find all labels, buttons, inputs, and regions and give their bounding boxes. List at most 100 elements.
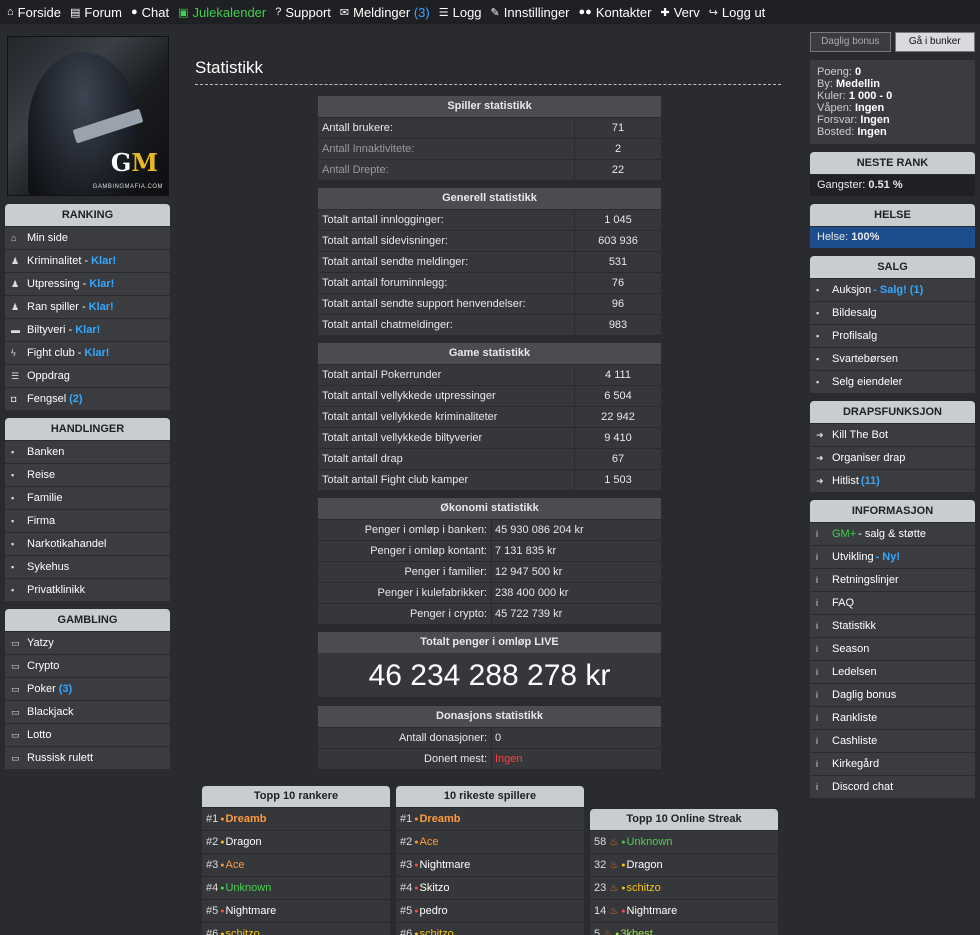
- rikeste-player-name[interactable]: Ace: [419, 836, 438, 848]
- nav-meldinger[interactable]: ✉ Meldinger (3): [340, 5, 430, 20]
- sidebar-item-label: Reise: [27, 469, 56, 481]
- drap-item-organiser-drap[interactable]: ➜ Organiser drap: [810, 447, 975, 469]
- rankere-row[interactable]: #1 ●Dreamb: [202, 808, 390, 830]
- nav-forum[interactable]: ▤ Forum: [70, 5, 122, 20]
- rikeste-row[interactable]: #6 ●schitzo: [396, 923, 584, 935]
- sidebar-item-fight-club[interactable]: ϟ Fight club - Klar!: [5, 342, 170, 364]
- sidebar-item-biltyveri[interactable]: ▬ Biltyveri - Klar!: [5, 319, 170, 341]
- spiller-row: Antall Drepte: 22: [318, 159, 661, 180]
- sidebar-item-crypto[interactable]: ▭ Crypto: [5, 655, 170, 677]
- info-item-kirkeg-rd[interactable]: i Kirkegård: [810, 753, 975, 775]
- rikeste-row[interactable]: #3 ●Nightmare: [396, 854, 584, 876]
- list-icon: ☰: [438, 6, 449, 19]
- salg-item-bildesalg[interactable]: ▪ Bildesalg: [810, 302, 975, 324]
- sidebar-item-utpressing[interactable]: ♟ Utpressing - Klar!: [5, 273, 170, 295]
- rankere-player-name[interactable]: Ace: [225, 859, 244, 871]
- rankere-row[interactable]: #5 ●Nightmare: [202, 900, 390, 922]
- sidebar-item-privatklinikk[interactable]: ▪ Privatklinikk: [5, 579, 170, 601]
- sidebar-item-kriminalitet[interactable]: ♟ Kriminalitet - Klar!: [5, 250, 170, 272]
- info-item-ledelsen[interactable]: i Ledelsen: [810, 661, 975, 683]
- info-item-daglig-bonus[interactable]: i Daglig bonus: [810, 684, 975, 706]
- salg-item-profilsalg[interactable]: ▪ Profilsalg: [810, 325, 975, 347]
- nav-forside[interactable]: ⌂ Forside: [7, 5, 61, 20]
- sidebar-item-blackjack[interactable]: ▭ Blackjack: [5, 701, 170, 723]
- rankere-player-name[interactable]: schitzo: [225, 928, 259, 935]
- rankere-player-name[interactable]: Unknown: [225, 882, 271, 894]
- info-icon: i: [816, 598, 818, 608]
- nav-verv[interactable]: ✚ Verv: [660, 5, 699, 20]
- salg-item-svarteb-rsen[interactable]: ▪ Svartebørsen: [810, 348, 975, 370]
- rikeste-row[interactable]: #2 ●Ace: [396, 831, 584, 853]
- info-item-cashliste[interactable]: i Cashliste: [810, 730, 975, 752]
- drap-item-kill-the-bot[interactable]: ➜ Kill The Bot: [810, 424, 975, 446]
- streak-player-name[interactable]: Dragon: [627, 859, 663, 871]
- rikeste-player-name[interactable]: pedro: [419, 905, 447, 917]
- info-item-faq[interactable]: i FAQ: [810, 592, 975, 614]
- nav-kontakter[interactable]: ●● Kontakter: [579, 5, 652, 20]
- streak-player-name[interactable]: 3kbest: [620, 928, 652, 935]
- info-item-label: Season: [832, 643, 870, 655]
- info-item-season[interactable]: i Season: [810, 638, 975, 660]
- rankere-row[interactable]: #6 ●schitzo: [202, 923, 390, 935]
- rankere-player-name[interactable]: Dreamb: [225, 813, 266, 825]
- rankere-row[interactable]: #3 ●Ace: [202, 854, 390, 876]
- nav-meldinger-count: (3): [413, 4, 430, 20]
- rankere-row[interactable]: #2 ●Dragon: [202, 831, 390, 853]
- rikeste-player-name[interactable]: Dreamb: [419, 813, 460, 825]
- sidebar-item-reise[interactable]: ▪ Reise: [5, 464, 170, 486]
- rikeste-player-name[interactable]: Skitzo: [419, 882, 449, 894]
- nav-kontakter-label: Kontakter: [595, 4, 652, 20]
- nav-logg[interactable]: ☰ Logg: [439, 5, 482, 20]
- sidebar-item-fengsel[interactable]: ◘ Fengsel (2): [5, 388, 170, 410]
- rikeste-player-name[interactable]: Nightmare: [419, 859, 470, 871]
- info-item-discord-chat[interactable]: i Discord chat: [810, 776, 975, 798]
- nav-support[interactable]: ? Support: [275, 5, 331, 20]
- sidebar-item-firma[interactable]: ▪ Firma: [5, 510, 170, 532]
- donasjon-row-label: Antall donasjoner:: [318, 727, 491, 748]
- info-item-label: Utvikling: [832, 551, 874, 563]
- sidebar-item-oppdrag[interactable]: ☰ Oppdrag: [5, 365, 170, 387]
- streak-row[interactable]: 23 ♨ ●schitzo: [590, 877, 778, 899]
- rikeste-row[interactable]: #1 ●Dreamb: [396, 808, 584, 830]
- rankere-player-name[interactable]: Nightmare: [225, 905, 276, 917]
- nav-julekalender[interactable]: ▣ Julekalender: [178, 5, 266, 20]
- nav-logg-ut[interactable]: ↪ Logg ut: [709, 5, 766, 20]
- sidebar-item-narkotikahandel[interactable]: ▪ Narkotikahandel: [5, 533, 170, 555]
- streak-row[interactable]: 14 ♨ ●Nightmare: [590, 900, 778, 922]
- daglig-bonus-button[interactable]: Daglig bonus: [810, 32, 891, 52]
- salg-item-selg-eiendeler[interactable]: ▪ Selg eiendeler: [810, 371, 975, 393]
- bunker-button[interactable]: Gå i bunker: [894, 32, 975, 52]
- salg-item-auksjon[interactable]: ▪ Auksjon - Salg! (1): [810, 279, 975, 301]
- streak-player-name[interactable]: Nightmare: [627, 905, 678, 917]
- streak-player-name[interactable]: Unknown: [627, 836, 673, 848]
- streak-row[interactable]: 5 ♨ ●3kbest: [590, 923, 778, 935]
- sidebar-item-banken[interactable]: ▪ Banken: [5, 441, 170, 463]
- rikeste-row[interactable]: #4 ●Skitzo: [396, 877, 584, 899]
- generell-row: Totalt antall sidevisninger: 603 936: [318, 230, 661, 251]
- sidebar-item-familie[interactable]: ▪ Familie: [5, 487, 170, 509]
- streak-player-name[interactable]: schitzo: [627, 882, 661, 894]
- sidebar-item-ran-spiller[interactable]: ♟ Ran spiller - Klar!: [5, 296, 170, 318]
- streak-row[interactable]: 32 ♨ ●Dragon: [590, 854, 778, 876]
- sidebar-item-russisk-rulett[interactable]: ▭ Russisk rulett: [5, 747, 170, 769]
- site-logo[interactable]: GM GAMBINGMAFIA.COM: [7, 36, 169, 196]
- sidebar-item-yatzy[interactable]: ▭ Yatzy: [5, 632, 170, 654]
- info-item-gm-[interactable]: i GM+ - salg & støtte: [810, 523, 975, 545]
- sidebar-item-poker[interactable]: ▭ Poker (3): [5, 678, 170, 700]
- info-item-retningslinjer[interactable]: i Retningslinjer: [810, 569, 975, 591]
- nav-innstillinger[interactable]: ✎ Innstillinger: [491, 5, 570, 20]
- rikeste-player-name[interactable]: schitzo: [419, 928, 453, 935]
- info-item-utvikling[interactable]: i Utvikling - Ny!: [810, 546, 975, 568]
- sidebar-item-min-side[interactable]: ⌂ Min side: [5, 227, 170, 249]
- info-item-statistikk[interactable]: i Statistikk: [810, 615, 975, 637]
- rankere-row[interactable]: #4 ●Unknown: [202, 877, 390, 899]
- drap-item-hitlist[interactable]: ➜ Hitlist (11): [810, 470, 975, 492]
- sidebar-item-lotto[interactable]: ▭ Lotto: [5, 724, 170, 746]
- rankere-player-name[interactable]: Dragon: [225, 836, 261, 848]
- info-item-rankliste[interactable]: i Rankliste: [810, 707, 975, 729]
- sidebar-item-sykehus[interactable]: ▪ Sykehus: [5, 556, 170, 578]
- spiller-row: Antall brukere: 71: [318, 117, 661, 138]
- rikeste-row[interactable]: #5 ●pedro: [396, 900, 584, 922]
- nav-chat[interactable]: ● Chat: [131, 5, 169, 20]
- streak-row[interactable]: 58 ♨ ●Unknown: [590, 831, 778, 853]
